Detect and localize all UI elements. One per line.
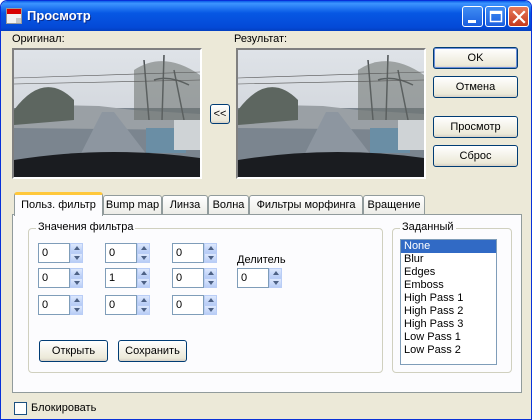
spin-up-icon[interactable]: [137, 268, 150, 278]
spin-up-icon[interactable]: [137, 243, 150, 253]
preset-item[interactable]: Low Pass 2: [401, 344, 496, 357]
spin-up-icon[interactable]: [204, 295, 217, 305]
spin-down-icon[interactable]: [70, 278, 83, 288]
result-label: Результат:: [234, 33, 288, 45]
minimize-button[interactable]: [462, 6, 483, 27]
preset-item[interactable]: Emboss: [401, 279, 496, 292]
lock-checkbox[interactable]: [14, 402, 27, 415]
matrix-cell-3-1[interactable]: 0: [38, 295, 83, 315]
spin-down-icon[interactable]: [70, 253, 83, 263]
spin-up-icon[interactable]: [70, 295, 83, 305]
matrix-cell-input[interactable]: 0: [38, 295, 70, 315]
preset-group-title: Заданный: [400, 221, 456, 233]
spin-down-icon[interactable]: [204, 305, 217, 315]
preset-item[interactable]: High Pass 2: [401, 305, 496, 318]
matrix-cell-input[interactable]: 0: [172, 295, 204, 315]
preview-dialog: Просмотр Оригинал: Результат: << OK Отме…: [0, 0, 532, 420]
cancel-button[interactable]: Отмена: [433, 76, 518, 98]
matrix-cell-2-2[interactable]: 1: [105, 268, 150, 288]
spin-up-icon[interactable]: [204, 243, 217, 253]
window-title: Просмотр: [27, 8, 91, 23]
open-button[interactable]: Открыть: [39, 340, 108, 362]
minimize-icon: [468, 20, 476, 23]
tab-wave[interactable]: Волна: [208, 195, 249, 215]
tab-bump-map[interactable]: Bump map: [103, 195, 162, 215]
preset-item[interactable]: Blur: [401, 253, 496, 266]
spin-down-icon[interactable]: [137, 253, 150, 263]
matrix-cell-input[interactable]: 0: [38, 268, 70, 288]
original-label: Оригинал:: [12, 33, 65, 45]
divisor-input[interactable]: 0: [237, 268, 269, 288]
preset-item[interactable]: High Pass 1: [401, 292, 496, 305]
spin-up-icon[interactable]: [137, 295, 150, 305]
preset-listbox[interactable]: None Blur Edges Emboss High Pass 1 High …: [400, 239, 497, 365]
matrix-cell-input[interactable]: 0: [38, 243, 70, 263]
preset-item[interactable]: Low Pass 1: [401, 331, 496, 344]
close-button[interactable]: [508, 6, 529, 27]
spin-up-icon[interactable]: [70, 243, 83, 253]
maximize-icon: [489, 10, 503, 23]
spin-down-icon[interactable]: [137, 305, 150, 315]
matrix-cell-input[interactable]: 0: [105, 295, 137, 315]
preset-item[interactable]: High Pass 3: [401, 318, 496, 331]
maximize-button[interactable]: [485, 6, 506, 27]
matrix-cell-input[interactable]: 0: [172, 268, 204, 288]
reset-button[interactable]: Сброс: [433, 145, 518, 167]
app-document-icon: [6, 8, 22, 24]
matrix-cell-2-1[interactable]: 0: [38, 268, 83, 288]
tab-rotation[interactable]: Вращение: [363, 195, 425, 215]
preview-button[interactable]: Просмотр: [433, 116, 518, 138]
result-preview-image: [236, 48, 426, 179]
tab-lens[interactable]: Линза: [162, 195, 208, 215]
matrix-cell-3-3[interactable]: 0: [172, 295, 217, 315]
matrix-cell-1-3[interactable]: 0: [172, 243, 217, 263]
matrix-cell-1-2[interactable]: 0: [105, 243, 150, 263]
tab-custom-filter[interactable]: Польз. фильтр: [14, 192, 103, 216]
lock-label: Блокировать: [31, 402, 97, 414]
preset-item-selected[interactable]: None: [401, 240, 496, 253]
save-button[interactable]: Сохранить: [118, 340, 187, 362]
divisor-label: Делитель: [237, 254, 286, 266]
matrix-cell-input[interactable]: 0: [105, 243, 137, 263]
filter-values-group-title: Значения фильтра: [36, 221, 136, 233]
spin-down-icon[interactable]: [137, 278, 150, 288]
matrix-cell-2-3[interactable]: 0: [172, 268, 217, 288]
spin-down-icon[interactable]: [269, 278, 282, 288]
spin-up-icon[interactable]: [204, 268, 217, 278]
matrix-cell-1-1[interactable]: 0: [38, 243, 83, 263]
matrix-cell-3-2[interactable]: 0: [105, 295, 150, 315]
original-preview-image: [12, 48, 202, 179]
spin-down-icon[interactable]: [204, 253, 217, 263]
spin-down-icon[interactable]: [70, 305, 83, 315]
matrix-cell-input[interactable]: 0: [172, 243, 204, 263]
spin-down-icon[interactable]: [204, 278, 217, 288]
tab-morph-filters[interactable]: Фильтры морфинга: [249, 195, 363, 215]
ok-button[interactable]: OK: [433, 47, 518, 69]
matrix-cell-input[interactable]: 1: [105, 268, 137, 288]
spin-up-icon[interactable]: [70, 268, 83, 278]
close-icon: [512, 10, 526, 24]
copy-to-original-button[interactable]: <<: [210, 104, 230, 124]
spin-up-icon[interactable]: [269, 268, 282, 278]
title-bar[interactable]: Просмотр: [1, 1, 531, 31]
divisor-spinner[interactable]: 0: [237, 268, 282, 288]
preset-item[interactable]: Edges: [401, 266, 496, 279]
